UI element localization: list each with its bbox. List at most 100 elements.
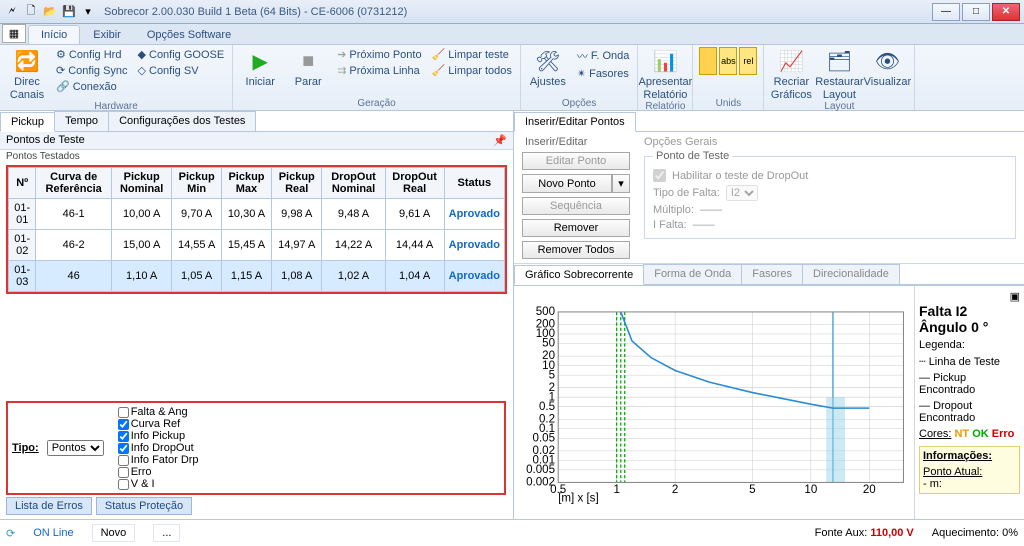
broom-icon: 🧹	[432, 48, 446, 61]
unit-rel-button[interactable]: rel	[739, 47, 757, 75]
chart-expand-icon[interactable]: ▣	[919, 290, 1020, 303]
arrow-right-icon: ➔	[337, 48, 346, 61]
tab-lista-erros[interactable]: Lista de Erros	[6, 497, 92, 515]
pin-icon[interactable]: 📌	[493, 134, 507, 147]
dropdown-icon[interactable]: ▾	[80, 4, 96, 20]
remover-button[interactable]: Remover	[522, 219, 630, 237]
goose-icon: ◆	[138, 48, 146, 61]
gear-icon: ⚙	[56, 48, 66, 61]
chart-icon: 📈	[777, 47, 805, 75]
panel-subtitle: Pontos Testados	[0, 150, 513, 163]
svg-text:[m] x [s]: [m] x [s]	[558, 492, 598, 504]
tab-opcoes[interactable]: Opções Software	[134, 25, 244, 44]
restaurar-layout-button[interactable]: 🗂RestaurarLayout	[818, 47, 860, 101]
table-row[interactable]: 01-03461,10 A1,05 A1,15 A1,08 A1,02 A1,0…	[9, 261, 505, 292]
recriar-graficos-button[interactable]: 📈RecriarGráficos	[770, 47, 812, 101]
apresentar-relatorio-button[interactable]: 📊ApresentarRelatório	[644, 47, 686, 101]
svg-text:500: 500	[536, 306, 555, 318]
iniciar-button[interactable]: ▶Iniciar	[239, 47, 281, 88]
novo-ponto-button[interactable]: Novo Ponto	[522, 174, 612, 193]
tab-forma-onda[interactable]: Forma de Onda	[643, 264, 742, 284]
legend-header: Legenda:	[919, 339, 1020, 351]
maximize-button[interactable]: □	[962, 3, 990, 21]
limpar-teste-button[interactable]: 🧹Limpar teste	[430, 47, 514, 62]
legend-title2: Ângulo 0 °	[919, 319, 1020, 335]
svg-text:0.5: 0.5	[539, 401, 555, 413]
status-online: ON Line	[33, 527, 73, 539]
col-header: Curva de Referência	[36, 168, 112, 199]
prox-ponto-button[interactable]: ➔Próximo Ponto	[335, 47, 423, 62]
col-header: Pickup Real	[272, 168, 322, 199]
tipo-falta-select: I2	[726, 185, 758, 201]
window-title: Sobrecor 2.00.030 Build 1 Beta (64 Bits)…	[104, 6, 930, 18]
minimize-button[interactable]: —	[932, 3, 960, 21]
tab-exibir[interactable]: Exibir	[80, 25, 134, 44]
svg-text:10: 10	[804, 484, 817, 496]
status-novo: Novo	[92, 524, 136, 542]
unit-abs-button[interactable]: abs	[719, 47, 737, 75]
remover-todos-button[interactable]: Remover Todos	[522, 241, 630, 259]
ribbon: 🔁 DirecCanais ⚙Config Hrd ⟳Config Sync 🔗…	[0, 45, 1024, 111]
sv-icon: ◇	[138, 64, 146, 77]
config-goose-button[interactable]: ◆Config GOOSE	[136, 47, 227, 62]
refresh-icon[interactable]: ⟳	[6, 527, 15, 540]
app-menu-button[interactable]: ▦	[2, 24, 26, 43]
config-sv-button[interactable]: ◇Config SV	[136, 63, 227, 78]
filter-checkbox[interactable]	[118, 467, 129, 478]
filter-checkbox[interactable]	[118, 443, 129, 454]
status-bar: ⟳ ON Line Novo ... Fonte Aux: 110,00 V A…	[0, 519, 1024, 546]
tab-inicio[interactable]: Início	[28, 25, 80, 44]
table-row[interactable]: 01-0146-110,00 A9,70 A10,30 A9,98 A9,48 …	[9, 199, 505, 230]
save-icon[interactable]: 💾	[61, 4, 77, 20]
col-header: Pickup Min	[172, 168, 222, 199]
swap-icon: 🔁	[13, 47, 41, 75]
ajustes-button[interactable]: 🛠Ajustes	[527, 47, 569, 88]
table-row[interactable]: 01-0246-215,00 A14,55 A15,45 A14,97 A14,…	[9, 230, 505, 261]
tab-fasores[interactable]: Fasores	[741, 264, 803, 284]
novo-ponto-dropdown[interactable]: ▾	[612, 174, 630, 193]
filter-checkbox[interactable]	[118, 455, 129, 466]
broom-all-icon: 🧹	[432, 64, 446, 77]
conexao-button[interactable]: 🔗Conexão	[54, 79, 130, 94]
tipo-select[interactable]: Pontos	[47, 440, 104, 456]
subtab-config-testes[interactable]: Configurações dos Testes	[108, 111, 256, 131]
prox-linha-button[interactable]: ⇉Próxima Linha	[335, 63, 423, 78]
close-button[interactable]: ✕	[992, 3, 1020, 21]
group-opcoes-label: Opções	[527, 98, 632, 110]
direc-canais-button[interactable]: 🔁 DirecCanais	[6, 47, 48, 101]
habilitar-dropout-checkbox	[653, 169, 666, 182]
svg-text:5: 5	[749, 484, 755, 496]
filter-checkbox[interactable]	[118, 479, 129, 490]
legend-title1: Falta I2	[919, 303, 1020, 319]
filter-checkbox[interactable]	[118, 419, 129, 430]
tab-grafico-sobrecorrente[interactable]: Gráfico Sobrecorrente	[514, 265, 644, 285]
filter-checkbox[interactable]	[118, 407, 129, 418]
col-header: Nº	[9, 168, 36, 199]
settings-icon: 🛠	[534, 47, 562, 75]
visualizar-button[interactable]: 👁Visualizar	[866, 47, 908, 88]
new-icon[interactable]: 🗋	[23, 4, 39, 20]
tab-direcionalidade[interactable]: Direcionalidade	[802, 264, 900, 284]
open-icon[interactable]: 📂	[42, 4, 58, 20]
config-hrd-button[interactable]: ⚙Config Hrd	[54, 47, 130, 62]
fonda-button[interactable]: 〰F. Onda	[575, 47, 632, 65]
status-dots: ...	[153, 524, 180, 542]
tab-status-protecao[interactable]: Status Proteção	[96, 497, 192, 515]
ribbon-tabs: Início Exibir Opções Software	[0, 24, 1024, 45]
arrow-double-icon: ⇉	[337, 64, 346, 77]
limpar-todos-button[interactable]: 🧹Limpar todos	[430, 63, 514, 78]
subtab-tempo[interactable]: Tempo	[54, 111, 109, 131]
config-sync-button[interactable]: ⟳Config Sync	[54, 63, 130, 78]
filter-checkbox[interactable]	[118, 431, 129, 442]
group-geracao-label: Geração	[239, 98, 514, 110]
fasores-button[interactable]: ✴Fasores	[575, 66, 632, 81]
tab-inserir-editar[interactable]: Inserir/Editar Pontos	[514, 112, 636, 132]
titlebar: 🗲 🗋 📂 💾 ▾ Sobrecor 2.00.030 Build 1 Beta…	[0, 0, 1024, 24]
svg-text:2: 2	[672, 484, 678, 496]
subtab-pickup[interactable]: Pickup	[0, 112, 55, 132]
eye-icon: 👁	[873, 47, 901, 75]
overcurrent-chart: 0.512510205002001005020105210.50.20.10.0…	[514, 286, 914, 521]
parar-button[interactable]: ■Parar	[287, 47, 329, 88]
info-header: Informações:	[923, 450, 1016, 462]
unit-seg-icon[interactable]	[699, 47, 717, 75]
